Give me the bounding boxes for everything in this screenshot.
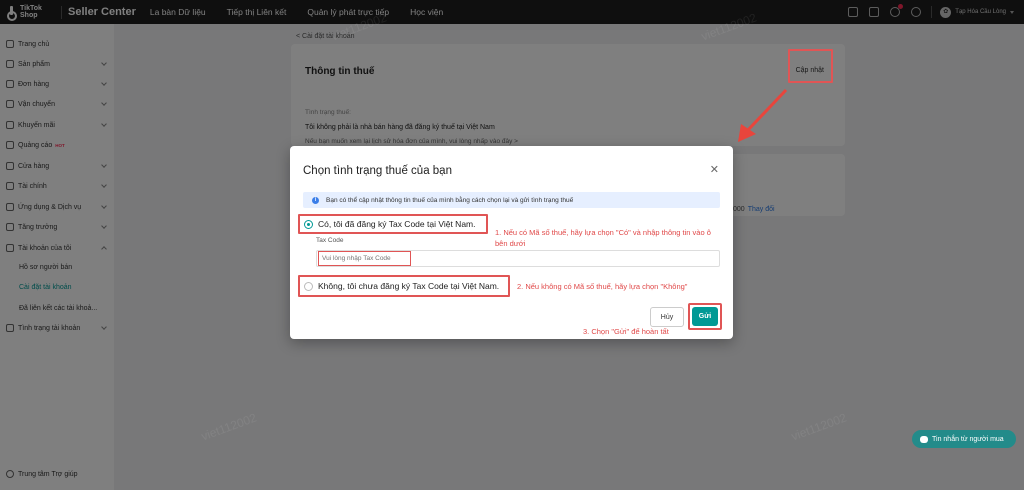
tax-code-label: Tax Code	[316, 237, 344, 244]
chat-icon	[920, 435, 928, 443]
option-yes-tax-code[interactable]: Có, tôi đã đăng ký Tax Code tại Việt Nam…	[298, 214, 488, 234]
radio-yes[interactable]	[304, 219, 313, 229]
option-no-label: Không, tôi chưa đăng ký Tax Code tại Việ…	[318, 281, 500, 291]
annotation-step1: 1. Nếu có Mã số thuế, hãy lựa chọn "Có" …	[495, 228, 711, 248]
update-highlight-box	[788, 49, 833, 83]
annotation-step2: 2. Nếu không có Mã số thuế, hãy lựa chọn…	[517, 282, 688, 291]
tax-code-input[interactable]	[318, 251, 411, 266]
chat-label: Tin nhắn từ người mua	[932, 435, 1004, 443]
submit-button[interactable]: Gửi	[692, 307, 718, 326]
cancel-button[interactable]: Hủy	[650, 307, 684, 327]
annotation-step3: 3. Chọn "Gửi" để hoàn tất	[583, 327, 669, 336]
submit-highlight-box: Gửi	[688, 303, 722, 330]
modal-title: Chọn tình trạng thuế của bạn	[303, 165, 452, 177]
buyer-messages-button[interactable]: Tin nhắn từ người mua	[912, 430, 1016, 448]
tax-status-modal: Chọn tình trạng thuế của bạn ✕ i Bạn có …	[290, 146, 733, 339]
radio-no[interactable]	[304, 281, 313, 291]
info-banner: i Bạn có thể cập nhật thông tin thuế của…	[303, 192, 720, 208]
close-icon[interactable]: ✕	[710, 163, 719, 176]
info-text: Bạn có thể cập nhật thông tin thuế của m…	[326, 196, 574, 204]
option-yes-label: Có, tôi đã đăng ký Tax Code tại Việt Nam…	[318, 219, 476, 229]
option-no-tax-code[interactable]: Không, tôi chưa đăng ký Tax Code tại Việ…	[298, 275, 510, 297]
info-icon: i	[312, 196, 319, 204]
